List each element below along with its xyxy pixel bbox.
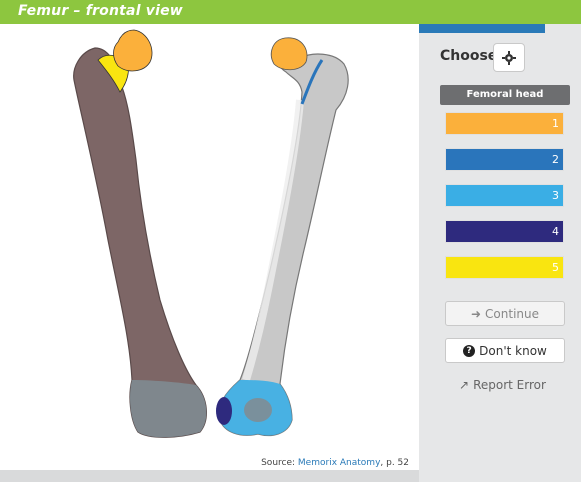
gear-icon xyxy=(502,50,516,65)
right-femur-head-orange[interactable] xyxy=(270,37,308,71)
right-femur-epicondyle-navy[interactable] xyxy=(216,397,232,425)
left-femur xyxy=(73,29,207,438)
right-femur xyxy=(216,37,349,437)
left-femur-condyles xyxy=(130,380,207,438)
option-1[interactable]: 1 xyxy=(445,112,564,135)
option-number: 1 xyxy=(552,117,559,130)
dont-know-label: Don't know xyxy=(479,343,547,358)
option-number: 5 xyxy=(552,261,559,274)
right-femur-shaft xyxy=(218,39,349,437)
dont-know-button[interactable]: ? Don't know xyxy=(445,338,565,363)
option-5[interactable]: 5 xyxy=(445,256,564,279)
header-bar: Femur – frontal view xyxy=(0,0,581,24)
report-error-label: Report Error xyxy=(473,378,546,392)
source-credit: Source: Memorix Anatomy, p. 52 xyxy=(261,458,409,468)
option-2[interactable]: 2 xyxy=(445,148,564,171)
source-page: , p. 52 xyxy=(380,458,409,468)
option-number: 3 xyxy=(552,189,559,202)
option-3[interactable]: 3 xyxy=(445,184,564,207)
illustration-area: Source: Memorix Anatomy, p. 52 xyxy=(0,24,419,470)
left-femur-shaft xyxy=(73,47,207,438)
source-link[interactable]: Memorix Anatomy xyxy=(298,458,380,468)
choose-label: Choose xyxy=(440,48,498,64)
progress-bar xyxy=(419,24,545,33)
settings-button[interactable] xyxy=(493,43,525,72)
arrow-right-icon: ➜ xyxy=(470,306,482,321)
page-title: Femur – frontal view xyxy=(18,3,183,19)
answer-panel: Choose Femoral head 1 2 3 4 5 ➜ Continue… xyxy=(419,24,581,482)
source-prefix: Source: xyxy=(261,458,296,468)
continue-button[interactable]: ➜ Continue xyxy=(445,301,565,326)
bottom-strip xyxy=(0,470,419,482)
right-femur-patellar-surface xyxy=(244,398,272,422)
external-link-icon: ↗ xyxy=(459,378,470,392)
left-femur-head-orange[interactable] xyxy=(113,29,153,72)
option-number: 2 xyxy=(552,153,559,166)
question-circle-icon: ? xyxy=(463,344,476,357)
report-error-link[interactable]: ↗ Report Error xyxy=(459,378,546,392)
continue-label: Continue xyxy=(485,306,540,321)
option-4[interactable]: 4 xyxy=(445,220,564,243)
femur-illustration xyxy=(73,29,349,438)
option-number: 4 xyxy=(552,225,559,238)
target-structure-label: Femoral head xyxy=(440,85,570,105)
